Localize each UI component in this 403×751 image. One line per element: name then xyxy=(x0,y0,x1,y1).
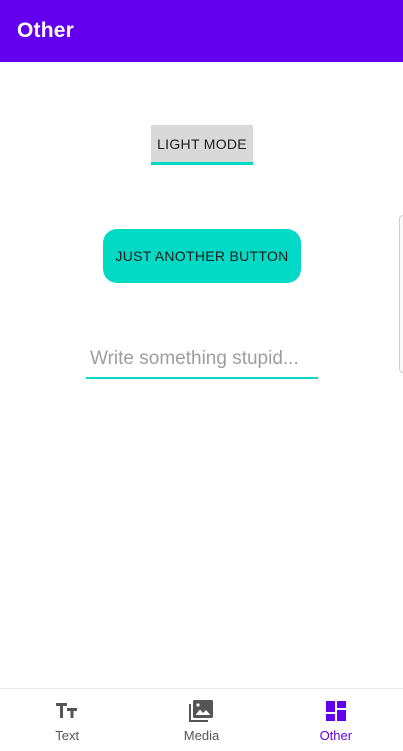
main-content: LIGHT MODE JUST ANOTHER BUTTON xyxy=(0,62,403,688)
page-title: Other xyxy=(17,19,75,42)
app-bar: Other xyxy=(0,0,403,62)
nav-label-other: Other xyxy=(319,728,353,743)
photo-library-icon xyxy=(187,699,215,723)
nav-label-text: Text xyxy=(55,728,80,743)
nav-item-media[interactable]: Media xyxy=(134,689,268,751)
just-another-button[interactable]: JUST ANOTHER BUTTON xyxy=(103,229,301,283)
nav-item-other[interactable]: Other xyxy=(269,689,403,751)
text-input-field[interactable] xyxy=(86,347,318,379)
light-mode-toggle-button[interactable]: LIGHT MODE xyxy=(151,125,253,165)
nav-item-text[interactable]: Text xyxy=(0,689,134,751)
bottom-navigation: Text Media Other xyxy=(0,688,403,751)
text-format-icon xyxy=(55,699,79,723)
dashboard-icon xyxy=(325,699,347,723)
edge-panel-handle[interactable] xyxy=(399,215,403,373)
nav-label-media: Media xyxy=(183,728,220,743)
